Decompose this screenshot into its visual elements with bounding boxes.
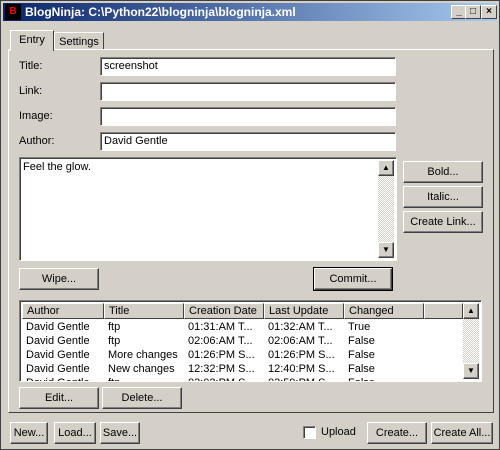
cell-title: ftp [108, 321, 121, 333]
cell-author: David Gentle [26, 335, 90, 347]
upload-label: Upload [321, 426, 356, 438]
cell-creation-date: 02:06:AM T... [188, 335, 253, 347]
link-field[interactable] [100, 82, 396, 101]
author-field[interactable]: David Gentle [100, 132, 396, 151]
cell-title: ftp [108, 376, 186, 381]
list-scrollbar[interactable]: ▲ ▼ [463, 303, 479, 379]
maximize-button[interactable]: □ [465, 5, 481, 19]
cell-changed: True [348, 321, 371, 333]
cell-author: David Gentle [26, 349, 90, 361]
load-button[interactable]: Load... [54, 422, 96, 444]
image-field[interactable] [100, 107, 396, 126]
cell-changed: False [348, 335, 375, 347]
cell-last-update: 01:26:PM S... [268, 349, 335, 361]
entries-list[interactable]: Author Title Creation Date Last Update C… [19, 300, 482, 382]
app-icon[interactable]: B [5, 4, 21, 20]
column-header-creation-date[interactable]: Creation Date [184, 303, 264, 319]
wipe-button[interactable]: Wipe... [19, 268, 99, 290]
author-label: Author: [19, 135, 55, 147]
column-header-title[interactable]: Title [104, 303, 184, 319]
cell-last-update: 01:32:AM T... [268, 321, 333, 333]
image-label: Image: [19, 110, 53, 122]
main-window: B BlogNinja: C:\Python22\blogninja\blogn… [0, 0, 500, 450]
create-all-button[interactable]: Create All... [431, 422, 493, 444]
column-header-author[interactable]: Author [22, 303, 104, 319]
cell-creation-date: 03:02:PM S... [188, 376, 266, 381]
create-button[interactable]: Create... [367, 422, 427, 444]
column-header-changed[interactable]: Changed [344, 303, 424, 319]
close-button[interactable]: × [481, 5, 497, 19]
table-row[interactable]: David Gentle ftp 02:06:AM T... 02:06:AM T..… [26, 334, 463, 348]
cell-title: ftp [108, 335, 121, 347]
cell-title: New changes [108, 363, 175, 375]
cell-last-update: 12:40:PM S... [268, 363, 335, 375]
cell-author: David Gentle [26, 363, 90, 375]
new-button[interactable]: New... [10, 422, 48, 444]
scroll-up-icon[interactable]: ▲ [378, 160, 394, 176]
cell-changed: False [348, 349, 375, 361]
list-rows: David Gentle ftp 01:31:AM T... 01:32:AM T..… [26, 320, 463, 381]
body-scrollbar[interactable]: ▲ ▼ [378, 160, 394, 258]
cell-changed: False [348, 376, 418, 381]
column-header-last-update[interactable]: Last Update [264, 303, 344, 319]
table-row[interactable]: David Gentleftp03:02:PM S...03:59:PM S..… [26, 376, 463, 381]
edit-button[interactable]: Edit... [19, 387, 99, 409]
cell-last-update: 02:06:AM T... [268, 335, 333, 347]
table-row[interactable]: David Gentle ftp 01:31:AM T... 01:32:AM T..… [26, 320, 463, 334]
scroll-down-icon[interactable]: ▼ [378, 242, 394, 258]
cell-changed: False [348, 363, 375, 375]
list-header: Author Title Creation Date Last Update C… [22, 303, 463, 319]
table-row[interactable]: David Gentle New changes 12:32:PM S... 12:4… [26, 362, 463, 376]
cell-title: More changes [108, 349, 178, 361]
body-textarea[interactable]: Feel the glow. ▲ ▼ [19, 157, 397, 261]
create-link-button[interactable]: Create Link... [403, 211, 483, 233]
bold-button[interactable]: Bold... [403, 161, 483, 183]
cell-author: David Gentle [26, 376, 106, 381]
cell-creation-date: 12:32:PM S... [188, 363, 255, 375]
link-label: Link: [19, 85, 43, 97]
body-text: Feel the glow. [23, 161, 91, 173]
commit-button[interactable]: Commit... [313, 267, 393, 291]
upload-checkbox[interactable] [303, 426, 316, 439]
column-header-filler [424, 303, 463, 319]
italic-button[interactable]: Italic... [403, 186, 483, 208]
cell-creation-date: 01:31:AM T... [188, 321, 253, 333]
table-row[interactable]: David Gentle More changes 01:26:PM S... 01:… [26, 348, 463, 362]
title-bar[interactable]: B BlogNinja: C:\Python22\blogninja\blogn… [3, 3, 497, 21]
cell-last-update: 03:59:PM S... [268, 376, 346, 381]
scroll-down-icon[interactable]: ▼ [463, 363, 479, 379]
window-title: BlogNinja: C:\Python22\blogninja\blognin… [25, 5, 296, 19]
tab-entry[interactable]: Entry [10, 30, 54, 51]
tab-settings[interactable]: Settings [54, 32, 104, 50]
save-button[interactable]: Save... [100, 422, 140, 444]
cell-author: David Gentle [26, 321, 90, 333]
cell-creation-date: 01:26:PM S... [188, 349, 255, 361]
scroll-up-icon[interactable]: ▲ [463, 303, 479, 319]
title-field[interactable]: screenshot [100, 57, 396, 76]
delete-button[interactable]: Delete... [102, 387, 182, 409]
title-label: Title: [19, 60, 43, 72]
